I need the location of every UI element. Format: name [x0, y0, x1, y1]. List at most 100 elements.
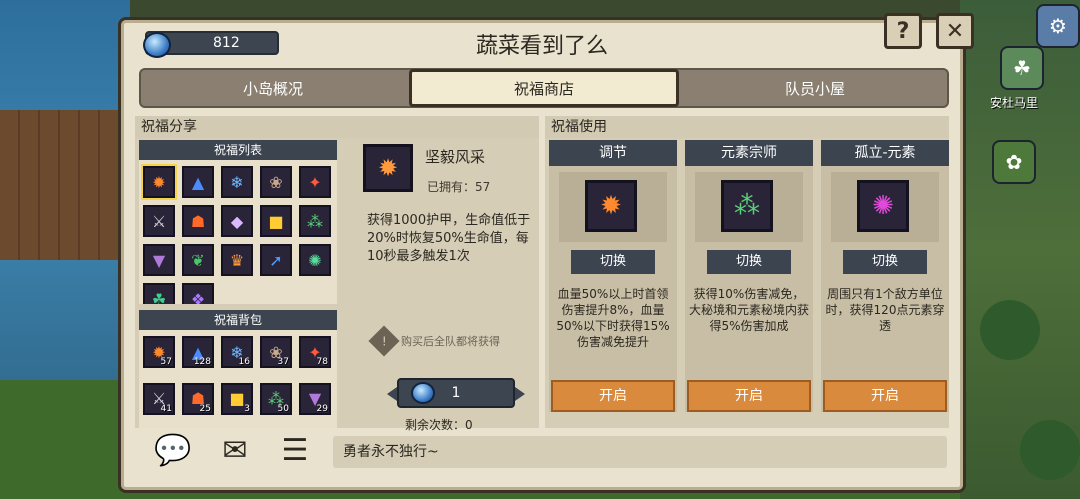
card-title: 调节: [549, 140, 677, 166]
blessing-list: 祝福列表 ✹ ▲ ❄ ❀ ✦ ⚔ ☗ ◆ ■ ⁂ ▼ ❦ ♛ ➚ ✺ ☘ ❖: [139, 140, 337, 304]
banner-icon: ▼: [152, 250, 166, 270]
leaf-icon: ❦: [191, 250, 205, 270]
activate-button[interactable]: 开启: [823, 380, 947, 412]
switch-button[interactable]: 切换: [707, 250, 791, 274]
blessing-slot[interactable]: ■ 3: [221, 382, 253, 415]
blessing-name: 坚毅风采: [425, 148, 486, 166]
blessing-slot[interactable]: ☗: [182, 205, 214, 237]
blessing-slot[interactable]: ❖: [182, 283, 214, 304]
blessing-slot[interactable]: ▲: [182, 166, 214, 198]
tab-crew-house[interactable]: 队员小屋: [683, 70, 947, 106]
section-label-share: 祝福分享: [135, 116, 539, 138]
activate-button[interactable]: 开启: [551, 380, 675, 412]
help-button[interactable]: ?: [884, 13, 922, 49]
mail-icon[interactable]: ✉: [213, 430, 257, 470]
blessing-detail: ✹ 坚毅风采 已拥有：57 获得1000护甲，生命值低于20%时恢复50%生命值…: [357, 140, 539, 432]
gem-icon: [411, 382, 435, 404]
close-icon: ✕: [945, 18, 965, 44]
blessing-slot[interactable]: ▼: [143, 244, 175, 276]
blessing-slot[interactable]: ❀ 37: [260, 336, 292, 368]
blessing-slot[interactable]: ✺: [299, 244, 331, 276]
slot-count: 50: [277, 403, 289, 414]
card-title: 元素宗师: [685, 140, 813, 166]
blessing-slot[interactable]: ✹: [141, 164, 177, 200]
card-description: 周围只有1个敌方单位时，获得120点元素穿透: [825, 287, 945, 333]
fire-skull-icon: ☗: [190, 211, 206, 231]
slot-count: 128: [193, 357, 211, 367]
blessing-description: 获得1000护甲，生命值低于20%时恢复50%生命值，每10秒最多触发1次: [367, 213, 531, 264]
switch-button[interactable]: 切换: [571, 250, 655, 274]
crown-icon: ♛: [229, 250, 245, 270]
blessing-list-header: 祝福列表: [139, 140, 337, 160]
gear-orb-icon: ✺: [308, 250, 322, 270]
ice-flower-icon: ❄: [230, 172, 244, 192]
orbs-icon: ⁂: [307, 211, 323, 231]
section-label-use: 祝福使用: [545, 116, 949, 138]
wooden-dock: [0, 110, 130, 260]
card-description: 血量50%以上时首领伤害提升8%，血量50%以下时获得15%伤害减免提升: [556, 287, 670, 349]
blessing-use-panel: 祝福使用 调节 ✹ 切换 血量50%以上时首领伤害提升8%，血量50%以下时获得…: [545, 116, 949, 428]
chat-icon[interactable]: 💬: [151, 430, 195, 470]
tab-island-overview[interactable]: 小岛概况: [141, 70, 405, 106]
price-value: 1: [451, 385, 461, 401]
blessing-slot[interactable]: ✹ 57: [143, 336, 175, 368]
slot-count: 57: [160, 357, 172, 367]
blessing-slot[interactable]: ■: [260, 205, 292, 237]
gold-cube-icon: ■: [268, 211, 284, 231]
blessing-slot[interactable]: ⚔ 41: [143, 382, 175, 415]
npc-name-label: 安杜马里: [990, 96, 1039, 110]
rose-icon: ❀: [269, 172, 283, 192]
blessing-slot[interactable]: ⚔: [143, 205, 175, 237]
purchase-button[interactable]: 1: [387, 378, 525, 408]
spark-icon: ✦: [308, 172, 322, 192]
slot-count: 25: [199, 403, 211, 414]
dialog-title: 蔬菜看到了么: [475, 34, 608, 59]
activate-button[interactable]: 开启: [687, 380, 811, 412]
close-button[interactable]: ✕: [936, 13, 974, 49]
blessing-slot[interactable]: ✦: [299, 166, 331, 198]
blessing-slot[interactable]: ❄ 16: [221, 336, 253, 368]
question-mark-icon: ?: [896, 18, 910, 44]
npc-avatar-icon[interactable]: ☘: [1000, 46, 1044, 90]
blue-flame-icon: ▲: [191, 172, 205, 192]
blessing-slot[interactable]: ❦: [182, 244, 214, 276]
crystal-icon: ◆: [230, 211, 244, 231]
blessing-card: 孤立-元素 ✺ 切换 周围只有1个敌方单位时，获得120点元素穿透 开启: [821, 140, 949, 412]
plant-icon[interactable]: ✿: [992, 140, 1036, 184]
purchase-note-text: 购买后全队都将获得: [401, 335, 500, 348]
tree: [980, 300, 1040, 360]
tree: [1020, 420, 1080, 480]
card-description: 获得10%伤害减免，大秘境和元素秘境内获得5%伤害加成: [689, 287, 810, 333]
blessing-bag: 祝福背包 ✹ 57 ▲ 128 ❄ 16 ❀ 37 ✦ 78 ⚔ 41 ☗ 25 ■ 3 ⁂ 50 ▼ 29: [139, 310, 337, 428]
arrow-icon: ➚: [269, 250, 283, 270]
gear-orb-icon: ✺: [857, 180, 909, 232]
gold-cube-icon: ■: [229, 389, 245, 408]
blessing-dialog: 812 蔬菜看到了么 ? ✕ 小岛概况 祝福商店 队员小屋 祝福分享 祝福列表 …: [118, 13, 974, 493]
blessing-slot[interactable]: ⁂ 50: [260, 382, 292, 415]
message-input[interactable]: 勇者永不独行~: [333, 436, 947, 468]
blessing-slot[interactable]: ❄: [221, 166, 253, 198]
blessing-slot[interactable]: ☘: [143, 283, 175, 304]
blessing-slot[interactable]: ◆: [221, 205, 253, 237]
blessing-slot[interactable]: ♛: [221, 244, 253, 276]
green-bug-icon: ☘: [151, 289, 167, 305]
burst-icon: ✹: [152, 172, 166, 192]
blessing-slot[interactable]: ❀: [260, 166, 292, 198]
remaining-count: 剩余次数：0: [405, 418, 473, 432]
settings-icon[interactable]: ⚙: [1036, 4, 1080, 48]
blessing-slot[interactable]: ➚: [260, 244, 292, 276]
burst-icon: ✹: [363, 144, 413, 192]
notes-icon[interactable]: ☰: [273, 430, 317, 470]
blessing-slot[interactable]: ⁂: [299, 205, 331, 237]
warning-icon: !: [368, 325, 400, 357]
slot-count: 41: [160, 403, 172, 414]
blessing-slot[interactable]: ▼ 29: [299, 382, 331, 415]
switch-button[interactable]: 切换: [843, 250, 927, 274]
blessing-list-grid: ✹ ▲ ❄ ❀ ✦ ⚔ ☗ ◆ ■ ⁂ ▼ ❦ ♛ ➚ ✺ ☘ ❖: [139, 160, 337, 304]
blessing-bag-grid: ✹ 57 ▲ 128 ❄ 16 ❀ 37 ✦ 78 ⚔ 41 ☗ 25 ■ 3 ⁂ 50 ▼ 29: [139, 330, 337, 428]
orbs-icon: ⁂: [721, 180, 773, 232]
blessing-slot[interactable]: ▲ 128: [182, 336, 214, 368]
blessing-slot[interactable]: ✦ 78: [299, 336, 331, 368]
blessing-slot[interactable]: ☗ 25: [182, 382, 214, 415]
tab-blessing-shop[interactable]: 祝福商店: [409, 69, 679, 107]
